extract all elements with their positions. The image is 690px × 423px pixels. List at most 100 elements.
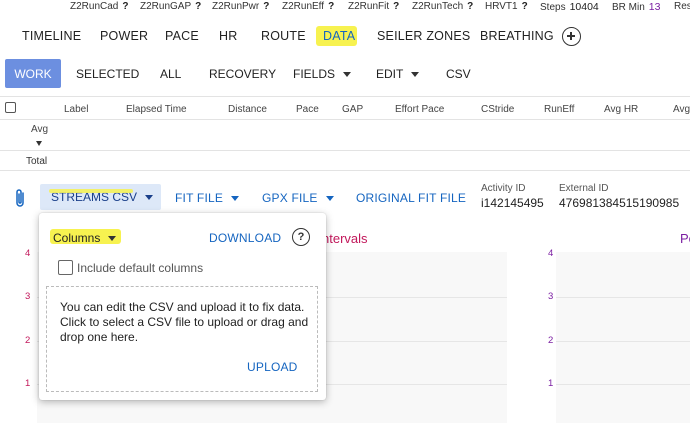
metric-res[interactable]: Res — [674, 1, 690, 12]
tab-data[interactable]: DATA — [323, 29, 355, 43]
metric-value: ? — [467, 1, 474, 12]
chevron-down-icon — [231, 196, 240, 202]
gpx-file-dropdown[interactable]: GPX FILE — [262, 191, 334, 205]
all-button[interactable]: ALL — [160, 67, 181, 81]
tab-seiler-zones[interactable]: SEILER ZONES — [377, 29, 470, 43]
metric-label: HRVT1 — [485, 1, 518, 12]
metric-label: BR Min — [612, 2, 645, 13]
include-default-columns-checkbox[interactable] — [58, 260, 73, 275]
metrics-strip: Z2RunCad? Z2RunGAP? Z2RunPwr? Z2RunEff? … — [0, 0, 690, 14]
metric-z2runfit[interactable]: Z2RunFit? — [348, 1, 399, 12]
tab-power[interactable]: POWER — [100, 29, 148, 43]
divider — [0, 170, 690, 171]
y-tick-label: 3 — [25, 291, 31, 302]
metric-label: Z2RunCad — [70, 1, 119, 12]
metric-label: Z2RunFit — [348, 1, 390, 12]
metric-z2runeff[interactable]: Z2RunEff? — [282, 1, 334, 12]
original-fit-file-button[interactable]: ORIGINAL FIT FILE — [356, 191, 466, 205]
tab-pace[interactable]: PACE — [165, 29, 199, 43]
column-header-avg-sorted[interactable]: Avg — [31, 124, 48, 135]
edit-dropdown[interactable]: EDIT — [376, 67, 420, 81]
chevron-down-icon — [411, 72, 420, 78]
activity-id-value: i142145495 — [481, 196, 544, 210]
metric-label: Z2RunGAP — [140, 1, 192, 12]
column-header-runeff[interactable]: RunEff — [544, 104, 574, 115]
y-tick-label: 2 — [548, 335, 554, 346]
column-header-gap[interactable]: GAP — [342, 104, 363, 115]
csv-drop-zone[interactable]: You can edit the CSV and upload it to fi… — [46, 286, 318, 392]
columns-dropdown[interactable]: Columns — [53, 231, 117, 245]
y-tick-label: 2 — [25, 335, 31, 346]
metric-label: Steps — [540, 2, 566, 13]
chart-right-title: Pc — [680, 231, 690, 246]
y-tick-label: 1 — [25, 378, 31, 389]
work-button[interactable]: WORK — [5, 59, 61, 88]
fit-file-dropdown[interactable]: FIT FILE — [175, 191, 240, 205]
chevron-down-icon — [145, 194, 154, 200]
gridline — [556, 297, 690, 298]
sort-caret-icon — [36, 141, 42, 146]
column-header-pace[interactable]: Pace — [296, 104, 319, 115]
recovery-button[interactable]: RECOVERY — [209, 67, 276, 81]
gpx-file-label: GPX FILE — [262, 191, 318, 205]
metric-z2runpwr[interactable]: Z2RunPwr? — [212, 1, 269, 12]
column-header-cstride[interactable]: CStride — [481, 104, 514, 115]
metric-z2rungap[interactable]: Z2RunGAP? — [140, 1, 201, 12]
metric-value: ? — [521, 1, 528, 12]
column-header-avg[interactable]: Avg — [673, 104, 690, 115]
select-all-checkbox-icon[interactable] — [5, 102, 16, 113]
metric-value: ? — [122, 1, 129, 12]
download-button[interactable]: DOWNLOAD — [209, 231, 281, 245]
csv-button[interactable]: CSV — [446, 67, 471, 81]
work-button-label: WORK — [14, 66, 52, 81]
gridline — [556, 341, 690, 342]
y-tick-label: 3 — [548, 291, 554, 302]
tab-breathing[interactable]: BREATHING — [480, 29, 554, 43]
selected-button[interactable]: SELECTED — [76, 67, 139, 81]
include-default-columns-label[interactable]: Include default columns — [77, 261, 203, 275]
chevron-down-icon — [325, 196, 334, 202]
column-header-label[interactable]: Label — [64, 104, 88, 115]
y-tick-label: 1 — [548, 378, 554, 389]
tab-timeline[interactable]: TIMELINE — [22, 29, 81, 43]
drop-zone-text: You can edit the CSV and upload it to fi… — [60, 300, 309, 344]
help-icon[interactable]: ? — [292, 228, 310, 246]
metric-z2runtech[interactable]: Z2RunTech? — [412, 1, 473, 12]
metric-hrvt1[interactable]: HRVT1? — [485, 1, 528, 12]
upload-button[interactable]: UPLOAD — [247, 360, 298, 374]
total-row-label: Total — [26, 156, 48, 167]
paperclip-icon[interactable] — [14, 188, 26, 208]
chart-right-plot-area — [556, 252, 690, 423]
tab-route[interactable]: ROUTE — [261, 29, 306, 43]
metric-value: 13 — [648, 1, 661, 13]
metric-z2runcad[interactable]: Z2RunCad? — [70, 1, 128, 12]
metric-br-min[interactable]: BR Min 13 — [612, 1, 660, 13]
chart-left-title: ntervals — [322, 231, 368, 246]
tab-hr[interactable]: HR — [219, 29, 237, 43]
y-tick-label: 4 — [25, 248, 31, 259]
divider — [0, 150, 690, 151]
external-id-label: External ID — [559, 183, 609, 194]
add-tab-plus-icon[interactable] — [562, 27, 581, 46]
fit-file-label: FIT FILE — [175, 191, 224, 205]
chevron-down-icon — [108, 236, 117, 242]
external-id-value: 476981384515190985 — [559, 196, 680, 210]
column-header-effort-pace[interactable]: Effort Pace — [395, 104, 444, 115]
streams-highlight — [49, 189, 133, 193]
activity-id-label: Activity ID — [481, 183, 526, 194]
metric-value: ? — [328, 1, 335, 12]
metric-label: Res — [674, 1, 690, 12]
columns-label: Columns — [53, 231, 101, 245]
fields-label: FIELDS — [293, 67, 336, 81]
column-header-elapsed-time[interactable]: Elapsed Time — [126, 104, 187, 115]
fields-dropdown[interactable]: FIELDS — [293, 67, 352, 81]
y-tick-label: 4 — [548, 248, 554, 259]
metric-steps[interactable]: Steps 10404 — [540, 1, 599, 13]
column-header-distance[interactable]: Distance — [228, 104, 267, 115]
metric-label: Z2RunEff — [282, 1, 325, 12]
metric-value: ? — [263, 1, 270, 12]
column-header-avg-hr[interactable]: Avg HR — [604, 104, 638, 115]
chevron-down-icon — [343, 72, 352, 78]
streams-csv-dropdown[interactable]: STREAMS CSV — [40, 184, 161, 210]
divider — [0, 96, 690, 97]
